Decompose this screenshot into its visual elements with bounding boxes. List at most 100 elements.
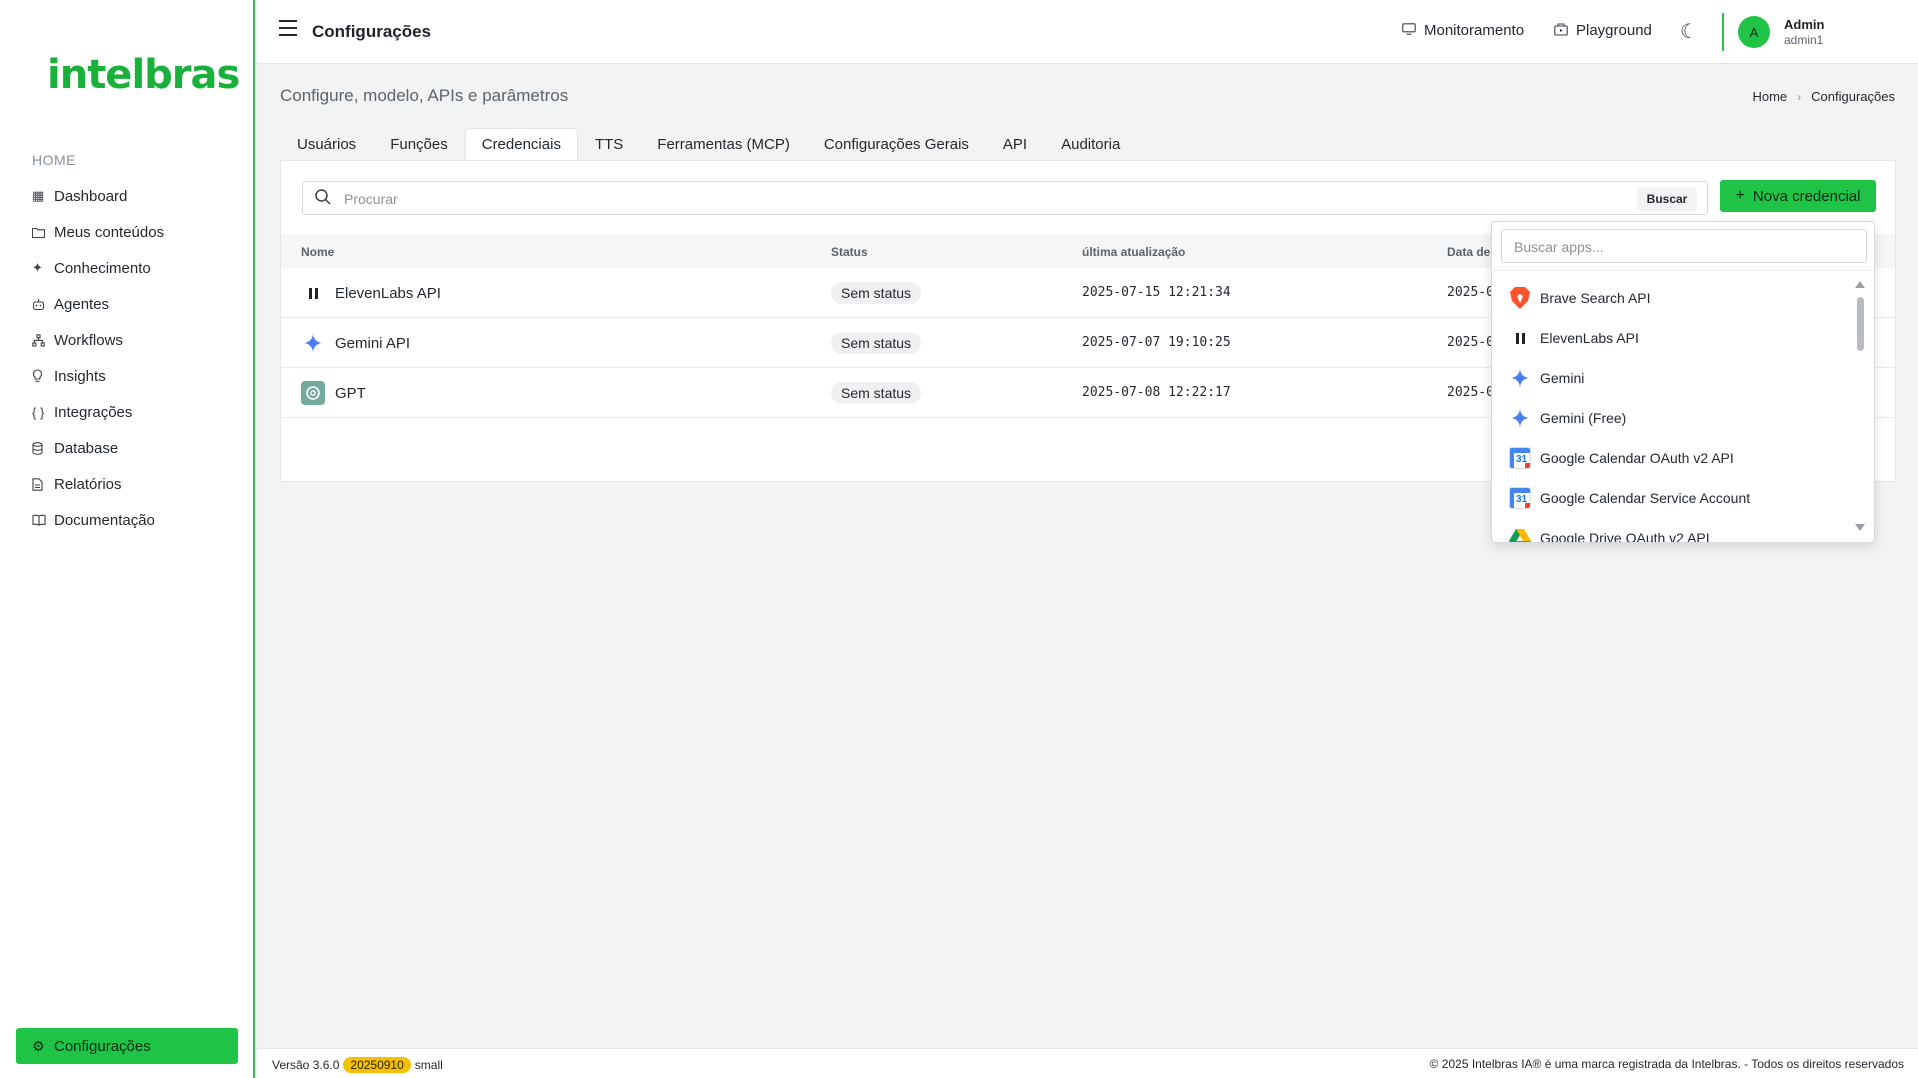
playground-label: Playground <box>1576 22 1652 39</box>
robot-icon <box>32 298 54 311</box>
intelbras-logo[interactable]: intelbras <box>47 52 240 98</box>
app-option-gemini[interactable]: Gemini <box>1492 358 1858 398</box>
sidebar-item-meus-conteudos[interactable]: Meus conteúdos <box>32 214 242 250</box>
created-at: 2025-0 <box>1447 385 1494 400</box>
search-input[interactable]: Procurar Buscar <box>302 181 1708 215</box>
tab-funcoes[interactable]: Funções <box>373 128 465 160</box>
sidebar-item-label: Workflows <box>54 331 123 349</box>
version-label: Versão 3.6.0 <box>272 1058 340 1072</box>
updated-at: 2025-07-07 19:10:25 <box>1082 335 1231 350</box>
tab-tts[interactable]: TTS <box>578 128 640 160</box>
user-login: admin1 <box>1784 33 1824 47</box>
theme-toggle-moon-icon[interactable]: ☾ <box>1680 19 1698 44</box>
build-badge: 20250910 <box>343 1057 411 1073</box>
sidebar-item-database[interactable]: Database <box>32 430 242 466</box>
column-header-updated[interactable]: última atualização <box>1082 245 1185 259</box>
sparkle-icon: ✦ <box>32 260 43 275</box>
app-option-brave-search[interactable]: Brave Search API <box>1492 278 1858 318</box>
gemini-icon <box>1508 406 1532 430</box>
scroll-down-arrow-icon[interactable] <box>1855 524 1865 531</box>
book-icon <box>32 514 54 526</box>
column-header-created[interactable]: Data de <box>1447 245 1490 259</box>
updated-at: 2025-07-08 12:22:17 <box>1082 385 1231 400</box>
sidebar-item-label: Database <box>54 439 119 457</box>
column-header-status[interactable]: Status <box>831 245 868 259</box>
status-badge: Sem status <box>831 332 922 354</box>
monitor-icon <box>1402 23 1416 38</box>
app-option-elevenlabs[interactable]: ElevenLabs API <box>1492 318 1858 358</box>
app-picker-dropdown: Buscar apps... Brave Search API ElevenLa… <box>1491 221 1875 543</box>
chevron-right-icon: › <box>1797 89 1802 104</box>
search-icon <box>314 188 332 206</box>
app-option-google-calendar-oauth[interactable]: 31 Google Calendar OAuth v2 API <box>1492 438 1858 478</box>
created-at: 2025-0 <box>1447 335 1494 350</box>
credential-name: ElevenLabs API <box>335 284 441 302</box>
nav-section-home: HOME <box>32 152 76 168</box>
search-button[interactable]: Buscar <box>1637 187 1697 211</box>
sidebar-item-agentes[interactable]: Agentes <box>32 286 242 322</box>
monitoramento-label: Monitoramento <box>1424 22 1525 39</box>
workflow-icon <box>32 333 54 347</box>
gear-icon: ⚙ <box>32 1037 45 1054</box>
sidebar-item-configuracoes[interactable]: ⚙ Configurações <box>16 1028 238 1064</box>
sidebar-item-label: Relatórios <box>54 475 122 493</box>
row-name-cell: Gemini API <box>301 318 410 368</box>
menu-toggle-icon[interactable] <box>279 20 297 36</box>
column-header-name[interactable]: Nome <box>301 245 334 259</box>
google-drive-icon <box>1508 526 1532 542</box>
tab-ferramentas-mcp[interactable]: Ferramentas (MCP) <box>640 128 807 160</box>
tab-auditoria[interactable]: Auditoria <box>1044 128 1137 160</box>
scrollbar-thumb[interactable] <box>1857 297 1864 351</box>
monitoramento-link[interactable]: Monitoramento <box>1402 22 1524 39</box>
credential-name: Gemini API <box>335 334 411 352</box>
scroll-up-arrow-icon[interactable] <box>1855 281 1865 288</box>
lightbulb-icon <box>32 369 54 383</box>
sidebar-item-label: Dashboard <box>54 187 128 205</box>
search-placeholder: Procurar <box>344 191 398 207</box>
app-list: Brave Search API ElevenLabs API Gemini G… <box>1492 278 1858 542</box>
new-credential-label: Nova credencial <box>1752 187 1861 205</box>
version-info: Versão 3.6.0 20250910 small <box>272 1057 443 1073</box>
new-credential-button[interactable]: + Nova credencial <box>1720 180 1876 212</box>
sidebar-item-conhecimento[interactable]: ✦ Conhecimento <box>32 250 242 286</box>
copyright: © 2025 Intelbras IA® é uma marca registr… <box>1429 1057 1904 1071</box>
updated-at: 2025-07-15 12:21:34 <box>1082 285 1231 300</box>
breadcrumb-current: Configurações <box>1811 89 1895 104</box>
tab-credenciais[interactable]: Credenciais <box>464 128 578 160</box>
brave-icon <box>1508 286 1532 310</box>
sidebar-item-dashboard[interactable]: ▦ Dashboard <box>32 178 242 214</box>
playground-link[interactable]: Playground <box>1554 22 1652 39</box>
row-name-cell: ElevenLabs API <box>301 268 441 318</box>
sidebar-item-integracoes[interactable]: { } Integrações <box>32 394 242 430</box>
page-title: Configurações <box>312 22 432 41</box>
status-badge: Sem status <box>831 382 922 404</box>
google-calendar-icon: 31 <box>1508 486 1532 510</box>
avatar[interactable]: A <box>1738 16 1770 48</box>
gemini-icon <box>301 333 325 353</box>
tab-api[interactable]: API <box>986 128 1044 160</box>
sidebar-item-label: Configurações <box>54 1037 151 1055</box>
gemini-icon <box>1508 366 1532 390</box>
sidebar-item-label: Agentes <box>54 295 110 313</box>
breadcrumb-home[interactable]: Home <box>1752 89 1787 104</box>
sidebar-item-documentacao[interactable]: Documentação <box>32 502 242 538</box>
sidebar-item-label: Integrações <box>54 403 133 421</box>
breadcrumb: Home › Configurações <box>1752 89 1895 104</box>
app-search-input[interactable]: Buscar apps... <box>1501 229 1867 263</box>
app-option-google-calendar-service-account[interactable]: 31 Google Calendar Service Account <box>1492 478 1858 518</box>
sidebar-item-label: Conhecimento <box>54 259 151 277</box>
sidebar-item-label: Documentação <box>54 511 155 529</box>
app-search-placeholder: Buscar apps... <box>1514 239 1604 255</box>
app-option-label: Gemini (Free) <box>1540 410 1627 426</box>
created-at: 2025-0 <box>1447 285 1494 300</box>
braces-icon: { } <box>32 404 45 420</box>
tab-configuracoes-gerais[interactable]: Configurações Gerais <box>807 128 986 160</box>
sidebar-item-workflows[interactable]: Workflows <box>32 322 242 358</box>
folder-icon <box>32 227 54 238</box>
google-calendar-icon: 31 <box>1508 446 1532 470</box>
app-option-gemini-free[interactable]: Gemini (Free) <box>1492 398 1858 438</box>
sidebar-item-relatorios[interactable]: Relatórios <box>32 466 242 502</box>
sidebar-item-insights[interactable]: Insights <box>32 358 242 394</box>
app-option-google-drive-oauth[interactable]: Google Drive OAuth v2 API <box>1492 518 1858 542</box>
tab-usuarios[interactable]: Usuários <box>280 128 373 160</box>
